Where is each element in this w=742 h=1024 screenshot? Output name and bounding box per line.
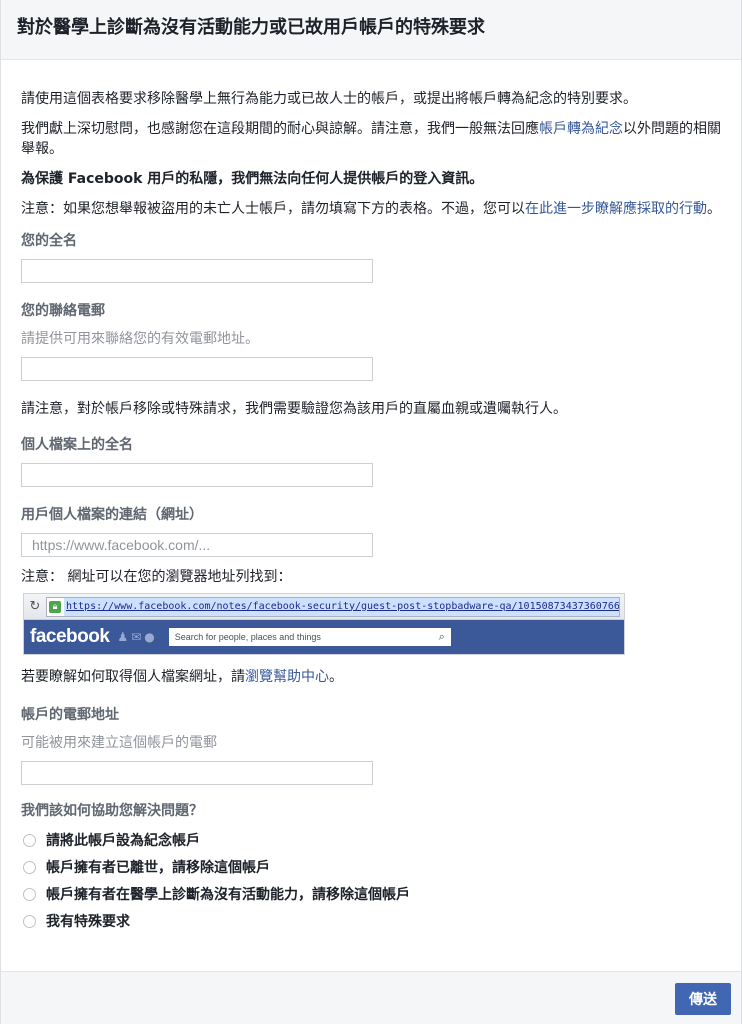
form-content: 請使用這個表格要求移除醫學上無行為能力或已故人士的帳戶，或提出將帳戶轉為紀念的特…: [1, 60, 741, 935]
contact-email-label: 您的聯絡電郵: [21, 303, 105, 319]
option-special-request[interactable]: 我有特殊要求: [21, 908, 721, 935]
option-memorialize[interactable]: 請將此帳戶設為紀念帳戶: [21, 827, 721, 854]
globe-icon: ●: [144, 630, 155, 644]
account-email-label: 帳戶的電郵地址: [21, 707, 119, 723]
friends-icon: ♟: [117, 630, 129, 644]
option-label: 帳戶擁有者在醫學上診斷為沒有活動能力，請移除這個帳戶: [46, 886, 410, 903]
radio-button[interactable]: [23, 915, 36, 928]
browser-address-bar: ↻ 🔒︎ https://www.facebook.com/notes/face…: [24, 594, 624, 620]
browser-example-image: ↻ 🔒︎ https://www.facebook.com/notes/face…: [23, 593, 625, 655]
page-title: 對於醫學上診斷為沒有活動能力或已故用戶帳戶的特殊要求: [17, 17, 485, 38]
full-name-input[interactable]: [21, 259, 373, 283]
full-name-field: 您的全名: [21, 231, 721, 283]
profile-url-input[interactable]: [21, 533, 373, 557]
option-remove-incapacitated[interactable]: 帳戶擁有者在醫學上診斷為沒有活動能力，請移除這個帳戶: [21, 881, 721, 908]
help-center-note: 若要瞭解如何取得個人檔案網址，請瀏覽幫助中心。: [21, 667, 721, 687]
radio-button[interactable]: [23, 834, 36, 847]
option-label: 請將此帳戶設為紀念帳戶: [46, 832, 200, 849]
intro-paragraph: 請使用這個表格要求移除醫學上無行為能力或已故人士的帳戶，或提出將帳戶轉為紀念的特…: [21, 91, 637, 107]
search-icon: ⌕: [438, 631, 445, 643]
contact-email-hint: 請提供可用來聯絡您的有效電郵地址。: [21, 331, 259, 347]
facebook-search-placeholder: Search for people, places and things: [174, 632, 321, 642]
account-email-field: 帳戶的電郵地址 可能被用來建立這個帳戶的電郵: [21, 705, 721, 785]
full-name-label: 您的全名: [21, 233, 77, 249]
option-label: 我有特殊要求: [46, 913, 130, 930]
option-remove-deceased[interactable]: 帳戶擁有者已離世，請移除這個帳戶: [21, 854, 721, 881]
contact-email-field: 您的聯絡電郵 請提供可用來聯絡您的有效電郵地址。: [21, 301, 721, 381]
learn-more-link[interactable]: 在此進一步瞭解應採取的行動: [525, 201, 707, 217]
profile-name-field: 個人檔案上的全名: [21, 435, 721, 487]
condolence-text: 我們獻上深切慰問，也感謝您在這段期間的耐心與諒解。請注意，我們一般無法回應: [21, 121, 539, 137]
option-label: 帳戶擁有者已離世，請移除這個帳戶: [46, 859, 270, 876]
help-center-link[interactable]: 瀏覽幫助中心: [245, 669, 329, 685]
privacy-notice: 為保護 Facebook 用戶的私隱，我們無法向任何人提供帳戶的登入資訊。: [21, 171, 484, 187]
condolence-paragraph: 我們獻上深切慰問，也感謝您在這段期間的耐心與諒解。請注意，我們一般無法回應帳戶轉…: [21, 119, 721, 159]
request-options: 請將此帳戶設為紀念帳戶 帳戶擁有者已離世，請移除這個帳戶 帳戶擁有者在醫學上診斷…: [21, 827, 721, 935]
facebook-search-box: Search for people, places and things ⌕: [168, 628, 451, 646]
profile-url-label: 用戶個人檔案的連結（網址）: [21, 507, 203, 523]
help-note-text: 若要瞭解如何取得個人檔案網址，請: [21, 669, 245, 685]
contact-email-input[interactable]: [21, 357, 373, 381]
profile-url-field: 用戶個人檔案的連結（網址）: [21, 505, 721, 557]
account-email-input[interactable]: [21, 761, 373, 785]
notification-icons: ♟ ✉ ●: [117, 627, 154, 647]
help-note-text-end: 。: [329, 669, 343, 685]
messages-icon: ✉: [131, 630, 142, 644]
hacked-account-note: 注意：如果您想舉報被盜用的未亡人士帳戶，請勿填寫下方的表格。不過，您可以在此進一…: [21, 199, 721, 219]
request-question-label: 我們該如何協助您解決問題？: [21, 803, 203, 819]
page-header: 對於醫學上診斷為沒有活動能力或已故用戶帳戶的特殊要求: [1, 0, 741, 60]
browser-url-field: 🔒︎ https://www.facebook.com/notes/facebo…: [46, 596, 620, 617]
form-page: 對於醫學上診斷為沒有活動能力或已故用戶帳戶的特殊要求 請使用這個表格要求移除醫學…: [0, 0, 742, 1024]
form-footer: 傳送: [1, 971, 741, 1024]
radio-button[interactable]: [23, 861, 36, 874]
browser-url-text: https://www.facebook.com/notes/facebook-…: [64, 597, 619, 616]
profile-name-input[interactable]: [21, 463, 373, 487]
account-email-hint: 可能被用來建立這個帳戶的電郵: [21, 735, 217, 751]
send-button[interactable]: 傳送: [675, 983, 731, 1015]
memorialization-link[interactable]: 帳戶轉為紀念: [539, 121, 623, 137]
radio-button[interactable]: [23, 888, 36, 901]
url-location-note: 注意： 網址可以在您的瀏覽器地址列找到：: [21, 569, 292, 585]
verification-note: 請注意，對於帳戶移除或特殊請求，我們需要驗證您為該用戶的直屬血親或遺囑執行人。: [21, 401, 567, 417]
reload-icon: ↻: [29, 598, 41, 614]
facebook-logo: facebook: [30, 626, 110, 647]
hacked-note-text-end: 。: [707, 201, 721, 217]
profile-name-label: 個人檔案上的全名: [21, 437, 133, 453]
hacked-note-text: 注意：如果您想舉報被盜用的未亡人士帳戶，請勿填寫下方的表格。不過，您可以: [21, 201, 525, 217]
facebook-bluebar: facebook ♟ ✉ ● Search for people, places…: [24, 620, 624, 654]
lock-icon: 🔒︎: [49, 600, 61, 613]
